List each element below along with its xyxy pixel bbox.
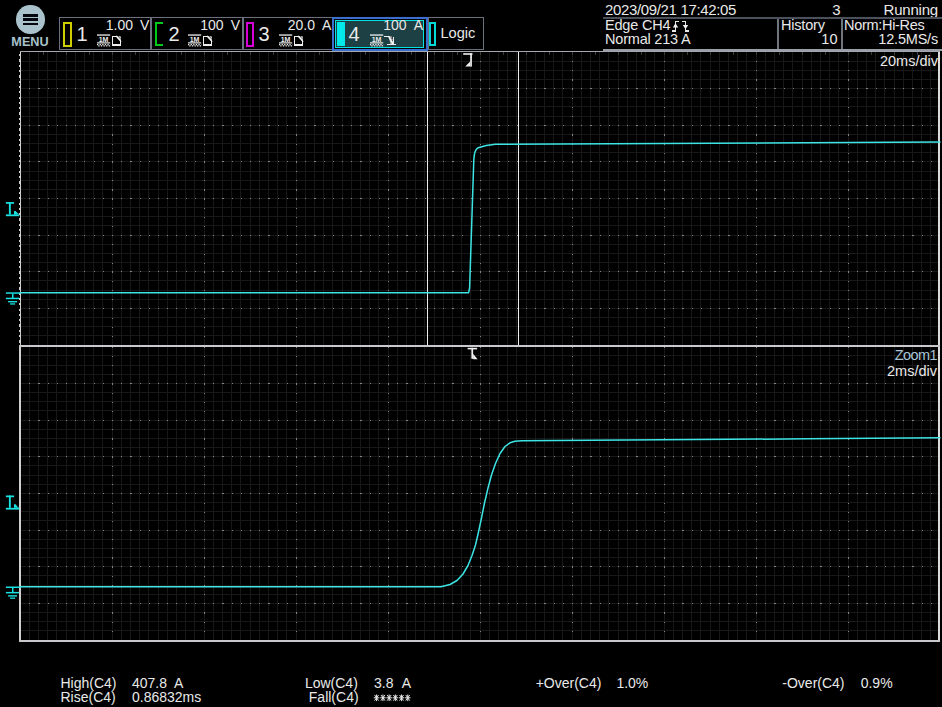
svg-text:1M: 1M — [281, 36, 291, 43]
svg-text:1M: 1M — [99, 36, 109, 43]
svg-text:1M: 1M — [190, 36, 200, 43]
svg-text:1M: 1M — [372, 36, 382, 43]
